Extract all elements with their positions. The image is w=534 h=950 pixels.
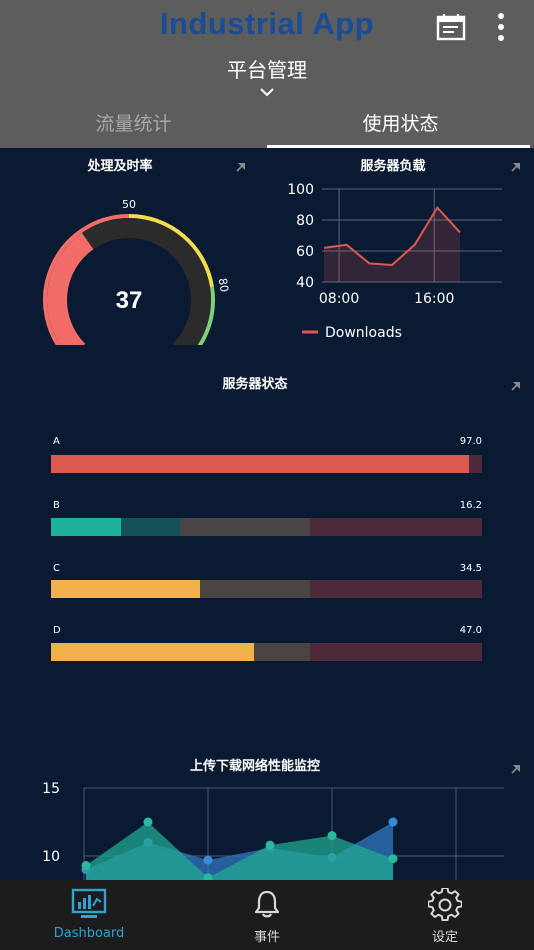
more-vertical-icon — [498, 13, 504, 41]
load-y-tick-80: 80 — [296, 213, 314, 229]
server-load-chart: 40 60 80 100 08:00 16:00 Downloads — [287, 182, 502, 341]
status-bar-segment — [199, 580, 310, 598]
status-bar-segment — [51, 455, 470, 473]
platform-selector[interactable] — [259, 82, 275, 101]
platform-selector-label[interactable]: 平台管理 — [0, 54, 534, 83]
status-label-a: A — [53, 436, 60, 447]
gauge-title: 处理及时率 — [87, 159, 153, 174]
dashboard-icon — [71, 888, 107, 918]
calendar-icon — [436, 14, 466, 41]
net-point-1-0 — [81, 861, 91, 871]
net-series-area-1 — [86, 822, 393, 880]
gauge-chart: 0508010037 — [43, 198, 231, 345]
tab-bar: 流量统计 使用状态 — [0, 104, 534, 148]
load-legend-label: Downloads — [325, 325, 402, 341]
status-bar-segment — [309, 518, 482, 536]
gauge-tick-label-50: 50 — [122, 198, 136, 211]
server-status-expand-button[interactable] — [511, 376, 521, 395]
status-value-b: 16.2 — [459, 500, 482, 511]
nav-label-dashboard: Dashboard — [53, 926, 125, 941]
server-load-title: 服务器负载 — [360, 159, 426, 174]
status-bar-a — [51, 455, 482, 473]
network-title: 上传下载网络性能监控 — [189, 759, 320, 774]
gauge-expand-button[interactable] — [236, 157, 246, 176]
status-bar-segment — [309, 643, 482, 661]
server-load-expand-button[interactable] — [511, 157, 521, 176]
status-bar-segment — [51, 643, 254, 661]
net-point-1-4 — [327, 831, 337, 841]
net-y-tick-15: 15 — [42, 781, 60, 797]
expand-arrow-icon — [511, 163, 520, 172]
status-bar-segment — [469, 455, 482, 473]
net-point-0-2 — [203, 855, 213, 865]
network-chart: 10 15 — [42, 781, 504, 880]
nav-settings[interactable]: 设定 — [356, 880, 534, 950]
status-bar-c — [51, 580, 482, 598]
status-value-c: 34.5 — [459, 563, 482, 574]
status-bar-segment — [51, 580, 200, 598]
gear-icon — [428, 888, 462, 921]
status-label-b: B — [53, 500, 60, 511]
load-y-tick-100: 100 — [287, 182, 314, 198]
nav-events[interactable]: 事件 — [178, 880, 356, 950]
nav-label-events: 事件 — [253, 930, 280, 945]
load-x-tick-1: 16:00 — [414, 291, 454, 307]
tab-traffic-stats[interactable]: 流量统计 — [0, 104, 267, 148]
bell-icon — [254, 890, 280, 918]
net-y-tick-10: 10 — [42, 849, 60, 865]
net-point-1-1 — [143, 817, 153, 827]
gauge-value-arc — [47, 232, 94, 345]
status-bar-segment — [51, 518, 121, 536]
expand-arrow-icon — [511, 765, 520, 774]
load-y-tick-60: 60 — [296, 244, 314, 260]
status-bar-segment — [253, 643, 310, 661]
status-value-a: 97.0 — [459, 436, 482, 447]
load-y-tick-40: 40 — [296, 275, 314, 291]
calendar-button[interactable] — [436, 12, 466, 46]
more-menu-button[interactable] — [492, 12, 510, 46]
net-point-1-3 — [265, 840, 275, 850]
gauge-value: 37 — [116, 287, 143, 314]
gauge-tick-label-80: 80 — [216, 277, 231, 293]
chevron-down-icon — [260, 88, 274, 97]
load-x-tick-0: 08:00 — [319, 291, 359, 307]
header: Industrial App 平台管理 流量统计 使用状态 — [0, 0, 534, 148]
status-bar-segment — [180, 518, 310, 536]
nav-label-settings: 设定 — [431, 930, 458, 945]
bottom-nav: Dashboard 事件 设定 — [0, 880, 534, 950]
status-bar-segment — [120, 518, 181, 536]
net-point-0-5 — [388, 817, 398, 827]
net-point-1-5 — [388, 854, 398, 864]
status-bar-d — [51, 643, 482, 661]
expand-arrow-icon — [511, 382, 520, 391]
status-bar-b — [51, 518, 482, 536]
server-status-title: 服务器状态 — [222, 377, 288, 392]
expand-arrow-icon — [236, 163, 245, 172]
status-label-c: C — [53, 563, 60, 574]
status-bar-segment — [309, 580, 482, 598]
status-label-d: D — [53, 625, 61, 636]
status-value-d: 47.0 — [459, 625, 482, 636]
nav-dashboard[interactable]: Dashboard — [0, 880, 178, 950]
tab-usage-status[interactable]: 使用状态 — [267, 104, 534, 148]
active-tab-indicator — [267, 145, 530, 148]
